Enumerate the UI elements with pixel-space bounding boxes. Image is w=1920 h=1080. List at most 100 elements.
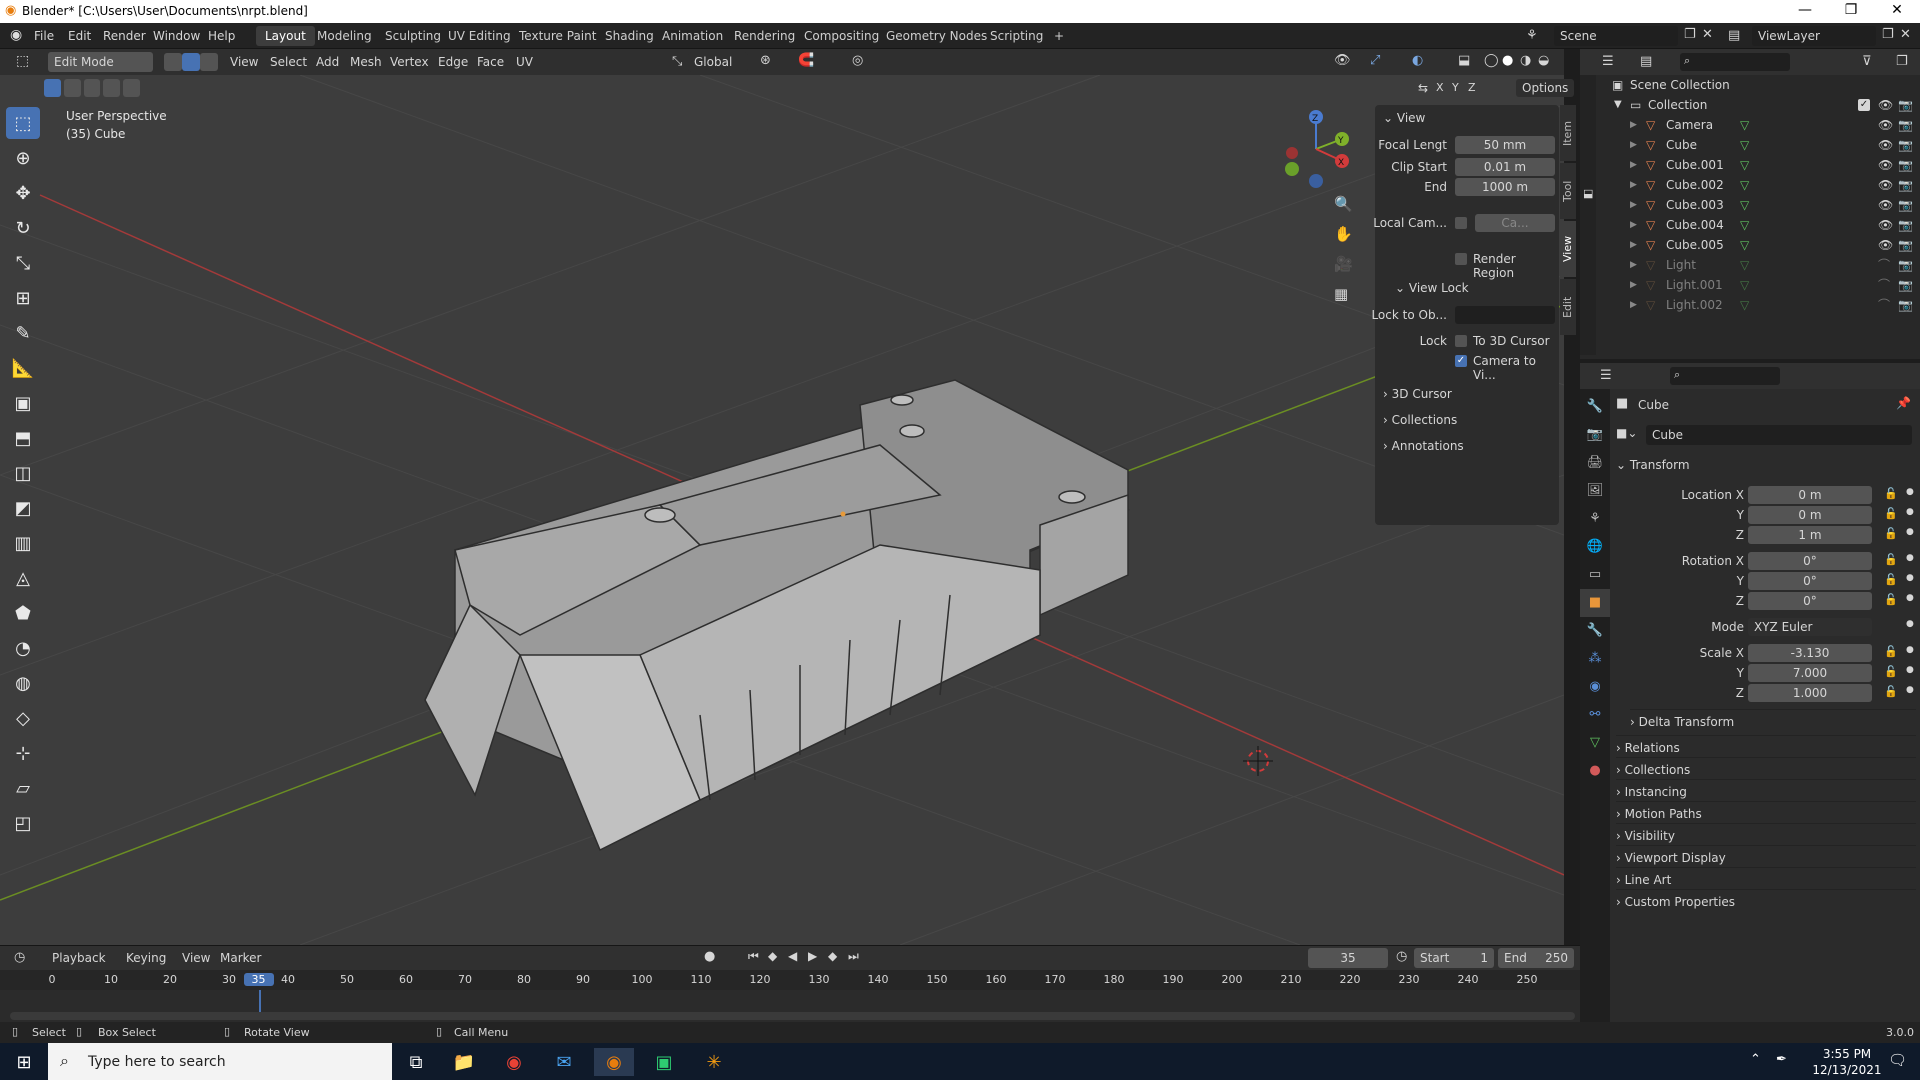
expand-arrow-icon[interactable]: ▶ <box>1630 215 1637 235</box>
menu-file[interactable]: File <box>26 23 62 49</box>
np-collections-section[interactable]: › Collections <box>1383 409 1559 431</box>
options-dropdown[interactable]: Options <box>1516 79 1575 97</box>
properties-section[interactable]: › Instancing <box>1616 779 1916 803</box>
new-scene-icon[interactable]: ❐ <box>1684 27 1696 42</box>
object-data-icon[interactable]: ▽ <box>1740 175 1749 195</box>
blender-menu-icon[interactable]: ◉ <box>10 27 22 43</box>
np-renderregion-row[interactable]: Render Region <box>1375 249 1559 280</box>
add-workspace-button[interactable]: + <box>1045 26 1073 46</box>
playhead-line[interactable] <box>258 990 261 1014</box>
rotate-tool-icon[interactable]: ↻ <box>6 212 40 244</box>
scale-tool-icon[interactable]: ⤡ <box>6 247 40 279</box>
record-icon[interactable]: ● <box>704 949 715 964</box>
lock-icon[interactable]: 🔓 <box>1884 487 1898 500</box>
tab-view[interactable]: View <box>1560 221 1576 277</box>
menu-window[interactable]: Window <box>145 23 208 49</box>
tab-modeling[interactable]: Modeling <box>308 26 381 46</box>
measure-tool-icon[interactable]: 📐 <box>6 352 40 384</box>
zoom-icon[interactable]: 🔍 <box>1334 195 1353 213</box>
pycharm-icon[interactable]: ▣ <box>644 1048 684 1076</box>
tab-layout[interactable]: Layout <box>256 26 315 46</box>
expand-arrow-icon[interactable]: ▶ <box>1630 235 1637 255</box>
proportional-edit-icon[interactable]: ◎ <box>852 53 863 68</box>
camera-render-icon[interactable]: 📷 <box>1898 175 1913 195</box>
delete-scene-icon[interactable]: ✕ <box>1702 27 1713 42</box>
mirror-axis-z[interactable]: Z <box>1468 81 1476 94</box>
viewport-menu-uv[interactable]: UV <box>510 52 539 72</box>
object-data-icon[interactable]: ▽ <box>1740 295 1749 315</box>
lock-icon[interactable]: 🔓 <box>1884 685 1898 698</box>
poly-build-tool-icon[interactable]: ⬟ <box>6 597 40 629</box>
tab-animation[interactable]: Animation <box>653 26 732 46</box>
expand-arrow-icon[interactable]: ▶ <box>1630 115 1637 135</box>
eye-icon[interactable]: 👁 <box>1878 195 1893 215</box>
visibility-icon[interactable]: 👁 <box>1334 53 1351 68</box>
keyframe-dot-icon[interactable]: ● <box>1906 665 1914 675</box>
menu-edit[interactable]: Edit <box>60 23 99 49</box>
annotate-tool-icon[interactable]: ✎ <box>6 317 40 349</box>
output-tab-icon[interactable]: 🖨 <box>1580 449 1610 477</box>
pivot-icon[interactable]: ⊛ <box>760 53 771 68</box>
timeline-menu-keying[interactable]: Keying <box>120 948 172 968</box>
viewport-menu-vertex[interactable]: Vertex <box>384 52 435 72</box>
np-cameratoview-checkbox[interactable]: ✓ <box>1455 355 1467 367</box>
gizmo-toggle-icon[interactable]: ⤢ <box>1370 53 1380 68</box>
modifier-tab-icon[interactable]: 🔧 <box>1580 617 1610 645</box>
location-y-field[interactable]: 0 m <box>1748 506 1872 524</box>
tab-texture-paint[interactable]: Texture Paint <box>510 26 605 46</box>
loop-cut-tool-icon[interactable]: ▥ <box>6 527 40 559</box>
lock-icon[interactable]: 🔓 <box>1884 665 1898 678</box>
camera-view-icon[interactable]: 🎥 <box>1334 255 1353 273</box>
expand-arrow-icon[interactable]: ▶ <box>1630 155 1637 175</box>
eye-icon[interactable]: ⌒ <box>1878 295 1890 315</box>
collection-checkbox[interactable]: ✓ <box>1858 99 1870 111</box>
keyframe-dot-icon[interactable]: ● <box>1906 619 1914 629</box>
outliner-item[interactable]: ▶ ▽ Camera ▽ 👁 📷 <box>1580 115 1920 135</box>
eye-icon[interactable]: ⌒ <box>1878 275 1890 295</box>
np-annotations-section[interactable]: › Annotations <box>1383 435 1559 457</box>
object-data-icon[interactable]: ▽ <box>1740 275 1749 295</box>
shrink-fatten-tool-icon[interactable]: ⊹ <box>6 737 40 769</box>
pin-icon[interactable]: 📌 <box>1896 396 1911 410</box>
camera-render-icon[interactable]: 📷 <box>1898 235 1913 255</box>
inset-tool-icon[interactable]: ◫ <box>6 457 40 489</box>
object-data-icon[interactable]: ▽ <box>1740 115 1749 135</box>
keyframe-dot-icon[interactable]: ● <box>1906 593 1914 603</box>
camera-render-icon[interactable]: 📷 <box>1898 215 1913 235</box>
editor-type-icon[interactable]: ⬚ <box>16 53 29 69</box>
properties-section[interactable]: › Viewport Display <box>1616 845 1916 869</box>
collection-camera-icon[interactable]: 📷 <box>1898 95 1913 115</box>
np-viewlock-section[interactable]: ⌄ View Lock <box>1395 277 1571 299</box>
properties-section[interactable]: › Line Art <box>1616 867 1916 891</box>
notifications-icon[interactable]: 🗨 <box>1888 1051 1907 1069</box>
add-cube-tool-icon[interactable]: ▣ <box>6 387 40 419</box>
viewlayer-selector[interactable]: ViewLayer <box>1752 26 1876 46</box>
viewlayer-tab-icon[interactable]: 🖼 <box>1580 477 1610 505</box>
eye-icon[interactable]: 👁 <box>1878 235 1893 255</box>
prev-keyframe-icon[interactable]: ◆ <box>768 949 777 963</box>
transform-orientation-selector[interactable]: Global <box>688 52 748 72</box>
properties-section[interactable]: › Custom Properties <box>1616 889 1916 913</box>
eye-icon[interactable]: 👁 <box>1878 215 1893 235</box>
outliner-item[interactable]: ▶ ▽ Cube.002 ▽ 👁 📷 <box>1580 175 1920 195</box>
camera-render-icon[interactable]: 📷 <box>1898 195 1913 215</box>
viewport-canvas[interactable] <box>0 75 1564 945</box>
physics-tab-icon[interactable]: ◉ <box>1580 673 1610 701</box>
lock-icon[interactable]: 🔓 <box>1884 553 1898 566</box>
timeline-editor-icon[interactable]: ◷ <box>14 950 25 965</box>
jump-end-icon[interactable]: ⏭ <box>848 949 859 964</box>
object-data-icon[interactable]: ▽ <box>1740 155 1749 175</box>
timeline-menu-view[interactable]: View <box>176 948 216 968</box>
expand-arrow-icon[interactable]: ▶ <box>1630 295 1637 315</box>
jump-start-icon[interactable]: ⏮ <box>748 949 759 964</box>
delta-transform-section[interactable]: › Delta Transform <box>1630 709 1916 733</box>
keyframe-dot-icon[interactable]: ● <box>1906 685 1914 695</box>
edge-select-icon[interactable] <box>182 53 200 74</box>
scale-y-field[interactable]: 7.000 <box>1748 664 1872 682</box>
rotation-x-field[interactable]: 0° <box>1748 552 1872 570</box>
new-viewlayer-icon[interactable]: ❐ <box>1882 27 1894 42</box>
timeline-ruler[interactable]: 0 10 20 30 35 40 50 60 70 80 90 100 110 120 130 140 150 1… <box>0 970 1580 1014</box>
snap-icon[interactable]: 🧲 <box>798 53 814 68</box>
navigation-gizmo[interactable]: Z Y X <box>1276 109 1356 189</box>
end-frame-field[interactable]: End 250 <box>1498 948 1574 968</box>
